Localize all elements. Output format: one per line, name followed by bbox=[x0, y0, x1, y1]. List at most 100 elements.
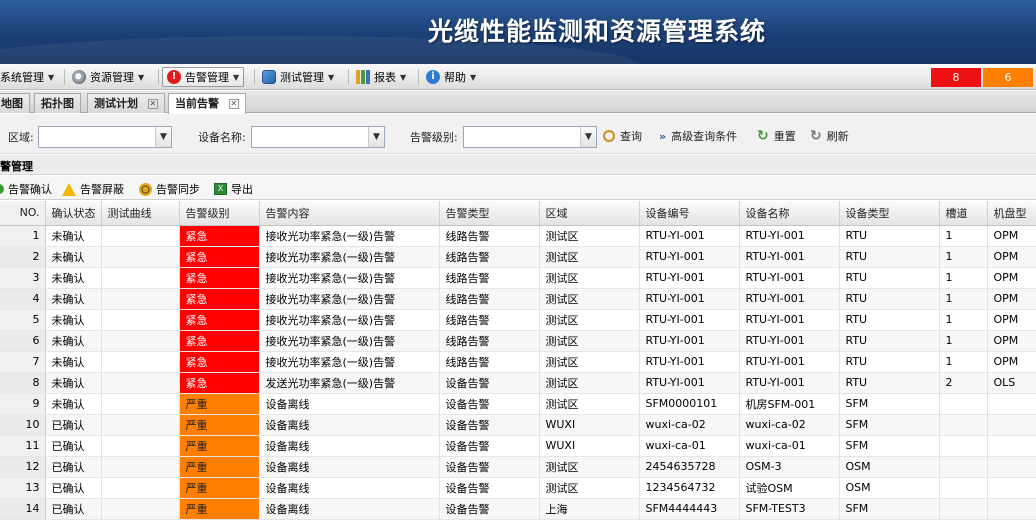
column-header-alarm-type[interactable]: 告警类型 bbox=[439, 201, 540, 226]
cell-board-type bbox=[987, 456, 1036, 478]
action-toolbar: 告警确认 告警屏蔽 告警同步 X 导出 bbox=[0, 176, 1036, 200]
cell-board-type: OPM bbox=[987, 246, 1036, 268]
cell-region: 测试区 bbox=[539, 267, 640, 289]
cell-device-name: 机房SFM-001 bbox=[739, 393, 840, 415]
chevron-down-icon: ▼ bbox=[233, 72, 240, 82]
tab-map[interactable]: 地图 bbox=[0, 93, 30, 113]
cell-alarm-content: 设备离线 bbox=[259, 414, 440, 436]
cell-test-curve bbox=[101, 246, 180, 268]
cell-test-curve bbox=[101, 288, 180, 310]
confirm-icon bbox=[0, 184, 4, 194]
table-row[interactable]: 11 已确认 严重 设备离线 设备告警 WUXI wuxi-ca-01 wuxi-ca-01 S… bbox=[0, 435, 1036, 457]
menu-alarm[interactable]: ! 告警管理 ▼ bbox=[162, 67, 245, 87]
menu-system[interactable]: 系统管理 ▼ bbox=[0, 67, 58, 87]
column-header-device-id[interactable]: 设备编号 bbox=[639, 201, 740, 226]
cell-no: 9 bbox=[0, 393, 46, 415]
table-row[interactable]: 2 未确认 紧急 接收光功率紧急(一级)告警 线路告警 测试区 RTU-YI-001 RTU-… bbox=[0, 246, 1036, 268]
reset-icon: ↻ bbox=[757, 128, 769, 144]
column-header-confirm-status[interactable]: 确认状态 bbox=[45, 201, 102, 226]
tab-topology[interactable]: 拓扑图 bbox=[34, 93, 81, 113]
cell-region: 测试区 bbox=[539, 288, 640, 310]
cell-region: 测试区 bbox=[539, 246, 640, 268]
tab-current-alarm[interactable]: 当前告警 ✕ bbox=[168, 93, 246, 114]
table-row[interactable]: 3 未确认 紧急 接收光功率紧急(一级)告警 线路告警 测试区 RTU-YI-001 RTU-… bbox=[0, 267, 1036, 289]
table-row[interactable]: 10 已确认 严重 设备离线 设备告警 WUXI wuxi-ca-02 wuxi-ca-02 S… bbox=[0, 414, 1036, 436]
table-row[interactable]: 7 未确认 紧急 接收光功率紧急(一级)告警 线路告警 测试区 RTU-YI-001 RTU-… bbox=[0, 351, 1036, 373]
major-alarm-count[interactable]: 6 bbox=[983, 68, 1033, 87]
column-header-device-name[interactable]: 设备名称 bbox=[739, 201, 840, 226]
cell-board-type bbox=[987, 477, 1036, 499]
export-label: 导出 bbox=[231, 183, 253, 196]
cell-slot bbox=[939, 393, 988, 415]
critical-alarm-count[interactable]: 8 bbox=[931, 68, 981, 87]
column-header-test-curve[interactable]: 测试曲线 bbox=[101, 201, 180, 226]
confirm-alarm-button[interactable]: 告警确认 bbox=[0, 181, 52, 197]
column-header-board-type[interactable]: 机盘型 bbox=[987, 201, 1036, 226]
close-icon[interactable]: ✕ bbox=[228, 99, 239, 109]
cell-alarm-content: 设备离线 bbox=[259, 393, 440, 415]
column-header-device-type[interactable]: 设备类型 bbox=[839, 201, 940, 226]
advanced-query-button[interactable]: » 高级查询条件 bbox=[659, 128, 737, 144]
mask-alarm-button[interactable]: 告警屏蔽 bbox=[62, 181, 124, 197]
table-row[interactable]: 5 未确认 紧急 接收光功率紧急(一级)告警 线路告警 测试区 RTU-YI-001 RTU-… bbox=[0, 309, 1036, 331]
column-header-slot[interactable]: 槽道 bbox=[939, 201, 988, 226]
cell-confirm-status: 已确认 bbox=[45, 435, 102, 457]
cell-board-type: OPM bbox=[987, 267, 1036, 289]
column-header-alarm-level[interactable]: 告警级别 bbox=[179, 201, 260, 226]
cell-confirm-status: 未确认 bbox=[45, 267, 102, 289]
menu-system-label: 系统管理 bbox=[0, 71, 44, 84]
table-row[interactable]: 1 未确认 紧急 接收光功率紧急(一级)告警 线路告警 测试区 RTU-YI-001 RTU-… bbox=[0, 225, 1036, 247]
cell-no: 10 bbox=[0, 414, 46, 436]
cell-device-id: SFM0000101 bbox=[639, 393, 740, 415]
cell-device-type: RTU bbox=[839, 330, 940, 352]
menu-resource-label: 资源管理 bbox=[90, 71, 134, 84]
sync-alarm-button[interactable]: 告警同步 bbox=[139, 181, 200, 197]
menu-resource[interactable]: 资源管理 ▼ bbox=[68, 67, 148, 87]
table-row[interactable]: 13 已确认 严重 设备离线 设备告警 测试区 1234564732 试验OSM OSM bbox=[0, 477, 1036, 499]
cell-alarm-level: 严重 bbox=[179, 498, 260, 520]
menu-report-label: 报表 bbox=[374, 71, 396, 84]
device-name-select[interactable]: ▼ bbox=[251, 126, 385, 148]
cell-no: 13 bbox=[0, 477, 46, 499]
alarm-level-select[interactable]: ▼ bbox=[463, 126, 597, 148]
table-row[interactable]: 14 已确认 严重 设备离线 设备告警 上海 SFM4444443 SFM-TEST3 SFM bbox=[0, 498, 1036, 520]
reset-button[interactable]: ↻ 重置 bbox=[757, 128, 796, 144]
close-icon[interactable]: ✕ bbox=[147, 99, 158, 109]
menu-report[interactable]: 报表 ▼ bbox=[352, 67, 410, 87]
cell-device-type: SFM bbox=[839, 414, 940, 436]
table-row[interactable]: 4 未确认 紧急 接收光功率紧急(一级)告警 线路告警 测试区 RTU-YI-001 RTU-… bbox=[0, 288, 1036, 310]
search-icon bbox=[603, 130, 615, 142]
region-select[interactable]: ▼ bbox=[38, 126, 172, 148]
table-row[interactable]: 6 未确认 紧急 接收光功率紧急(一级)告警 线路告警 测试区 RTU-YI-001 RTU-… bbox=[0, 330, 1036, 352]
table-row[interactable]: 8 未确认 紧急 发送光功率紧急(一级)告警 设备告警 测试区 RTU-YI-001 RTU-… bbox=[0, 372, 1036, 394]
cell-alarm-level: 严重 bbox=[179, 477, 260, 499]
cell-region: 测试区 bbox=[539, 477, 640, 499]
cell-no: 7 bbox=[0, 351, 46, 373]
cell-board-type: OPM bbox=[987, 330, 1036, 352]
cell-alarm-type: 线路告警 bbox=[439, 225, 540, 247]
cell-device-name: RTU-YI-001 bbox=[739, 330, 840, 352]
cell-device-id: SFM4444443 bbox=[639, 498, 740, 520]
cell-slot bbox=[939, 456, 988, 478]
column-header-region[interactable]: 区域 bbox=[539, 201, 640, 226]
export-button[interactable]: X 导出 bbox=[214, 181, 253, 197]
refresh-button[interactable]: ↻ 刷新 bbox=[810, 128, 849, 144]
menu-help[interactable]: i 帮助 ▼ bbox=[422, 67, 480, 87]
app-title: 光缆性能监测和资源管理系统 bbox=[428, 17, 767, 46]
cell-region: 测试区 bbox=[539, 225, 640, 247]
cell-alarm-level: 紧急 bbox=[179, 330, 260, 352]
menu-test[interactable]: 测试管理 ▼ bbox=[258, 67, 338, 87]
cell-region: 上海 bbox=[539, 498, 640, 520]
column-header-alarm-content[interactable]: 告警内容 bbox=[259, 201, 440, 226]
table-row[interactable]: 9 未确认 严重 设备离线 设备告警 测试区 SFM0000101 机房SFM-001 SFM bbox=[0, 393, 1036, 415]
column-header-no[interactable]: NO. bbox=[0, 201, 46, 226]
table-row[interactable]: 12 已确认 严重 设备离线 设备告警 测试区 2454635728 OSM-3 OSM bbox=[0, 456, 1036, 478]
cell-device-id: 1234564732 bbox=[639, 477, 740, 499]
cell-alarm-type: 线路告警 bbox=[439, 267, 540, 289]
reset-label: 重置 bbox=[773, 130, 796, 143]
query-button[interactable]: 查询 bbox=[603, 128, 642, 144]
cell-region: 测试区 bbox=[539, 309, 640, 331]
tab-test-plan[interactable]: 测试计划 ✕ bbox=[87, 93, 165, 113]
cell-no: 8 bbox=[0, 372, 46, 394]
alarm-icon: ! bbox=[167, 70, 181, 84]
